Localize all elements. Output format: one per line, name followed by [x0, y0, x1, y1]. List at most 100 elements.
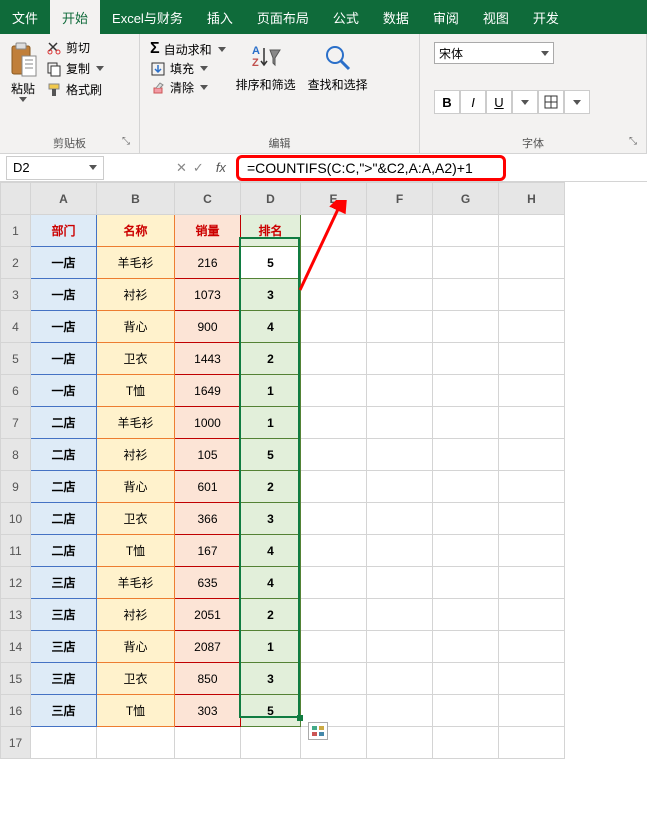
cell-empty[interactable] — [367, 599, 433, 631]
cell-empty[interactable] — [301, 343, 367, 375]
cell-empty[interactable] — [301, 663, 367, 695]
row-header-5[interactable]: 5 — [1, 343, 31, 375]
cell-empty[interactable] — [433, 247, 499, 279]
cell-dept[interactable]: 二店 — [31, 407, 97, 439]
cell-sales[interactable]: 1000 — [175, 407, 241, 439]
cell-empty[interactable] — [433, 471, 499, 503]
row-header-6[interactable]: 6 — [1, 375, 31, 407]
cell-rank[interactable]: 4 — [241, 311, 301, 343]
cell-sales[interactable]: 216 — [175, 247, 241, 279]
menu-tab-4[interactable]: 页面布局 — [245, 0, 321, 34]
cell-empty[interactable] — [367, 631, 433, 663]
cell-name[interactable]: T恤 — [97, 695, 175, 727]
cell-empty[interactable] — [301, 279, 367, 311]
cell-dept[interactable]: 一店 — [31, 247, 97, 279]
cell-empty[interactable] — [499, 247, 565, 279]
cell-empty[interactable] — [301, 471, 367, 503]
cell-name[interactable]: 羊毛衫 — [97, 247, 175, 279]
cell-dept[interactable]: 一店 — [31, 279, 97, 311]
cell-empty[interactable] — [367, 567, 433, 599]
row-header-3[interactable]: 3 — [1, 279, 31, 311]
cell-dept[interactable]: 三店 — [31, 567, 97, 599]
select-all-corner[interactable] — [1, 183, 31, 215]
font-expand-icon[interactable]: ⤡ — [629, 136, 643, 150]
cut-button[interactable]: 剪切 — [44, 38, 106, 57]
cell-rank[interactable]: 2 — [241, 343, 301, 375]
col-header-F[interactable]: F — [367, 183, 433, 215]
cell-empty[interactable] — [97, 727, 175, 759]
cell-empty[interactable] — [367, 471, 433, 503]
accept-formula-icon[interactable]: ✓ — [193, 160, 204, 176]
cell-empty[interactable] — [367, 311, 433, 343]
paste-button[interactable]: 粘贴 — [6, 38, 40, 133]
cell-sales[interactable]: 900 — [175, 311, 241, 343]
cell-dept[interactable]: 二店 — [31, 535, 97, 567]
font-name-dropdown[interactable]: 宋体 — [434, 42, 554, 64]
cell-rank[interactable]: 1 — [241, 407, 301, 439]
cell-empty[interactable] — [433, 311, 499, 343]
cell-empty[interactable] — [499, 599, 565, 631]
row-header-16[interactable]: 16 — [1, 695, 31, 727]
cell-name[interactable]: 卫衣 — [97, 343, 175, 375]
cell-empty[interactable] — [433, 535, 499, 567]
header-dept[interactable]: 部门 — [31, 215, 97, 247]
cell-dept[interactable]: 一店 — [31, 375, 97, 407]
cell-sales[interactable]: 601 — [175, 471, 241, 503]
cell-rank[interactable]: 5 — [241, 439, 301, 471]
menu-tab-8[interactable]: 视图 — [471, 0, 521, 34]
cell-empty[interactable] — [499, 407, 565, 439]
cell-empty[interactable] — [175, 727, 241, 759]
cell-empty[interactable] — [367, 343, 433, 375]
cell-empty[interactable] — [499, 535, 565, 567]
cell-rank[interactable]: 4 — [241, 567, 301, 599]
menu-tab-1[interactable]: 开始 — [50, 0, 100, 34]
cell-empty[interactable] — [433, 599, 499, 631]
cell-dept[interactable]: 三店 — [31, 631, 97, 663]
cell-dept[interactable]: 一店 — [31, 343, 97, 375]
cell-empty[interactable] — [301, 503, 367, 535]
underline-button[interactable]: U — [486, 90, 512, 114]
fx-icon[interactable]: fx — [210, 160, 232, 175]
menu-tab-0[interactable]: 文件 — [0, 0, 50, 34]
clear-button[interactable]: 清除 — [150, 79, 226, 96]
cell-empty[interactable] — [499, 727, 565, 759]
cell-empty[interactable] — [499, 343, 565, 375]
cell-rank[interactable]: 3 — [241, 279, 301, 311]
cell-sales[interactable]: 167 — [175, 535, 241, 567]
cell-name[interactable]: 背心 — [97, 311, 175, 343]
cell-sales[interactable]: 1649 — [175, 375, 241, 407]
cell-empty[interactable] — [301, 439, 367, 471]
cell-rank[interactable]: 3 — [241, 663, 301, 695]
row-header-12[interactable]: 12 — [1, 567, 31, 599]
row-header-9[interactable]: 9 — [1, 471, 31, 503]
header-sales[interactable]: 销量 — [175, 215, 241, 247]
cell-sales[interactable]: 2087 — [175, 631, 241, 663]
cell-sales[interactable]: 1073 — [175, 279, 241, 311]
cell-name[interactable]: 卫衣 — [97, 503, 175, 535]
cell-empty[interactable] — [301, 215, 367, 247]
cell-name[interactable]: 卫衣 — [97, 663, 175, 695]
row-header-8[interactable]: 8 — [1, 439, 31, 471]
cell-rank[interactable]: 1 — [241, 375, 301, 407]
cell-dept[interactable]: 二店 — [31, 503, 97, 535]
cell-empty[interactable] — [367, 215, 433, 247]
copy-button[interactable]: 复制 — [44, 59, 106, 78]
cell-dept[interactable]: 三店 — [31, 663, 97, 695]
cell-empty[interactable] — [499, 503, 565, 535]
cell-empty[interactable] — [433, 695, 499, 727]
cell-name[interactable]: 背心 — [97, 631, 175, 663]
cell-empty[interactable] — [301, 375, 367, 407]
cell-name[interactable]: 衬衫 — [97, 279, 175, 311]
cell-name[interactable]: 背心 — [97, 471, 175, 503]
cell-rank[interactable]: 5 — [241, 695, 301, 727]
row-header-13[interactable]: 13 — [1, 599, 31, 631]
cell-empty[interactable] — [433, 631, 499, 663]
cell-sales[interactable]: 1443 — [175, 343, 241, 375]
cell-dept[interactable]: 三店 — [31, 695, 97, 727]
cell-empty[interactable] — [499, 311, 565, 343]
autosum-button[interactable]: Σ自动求和 — [150, 40, 226, 58]
col-header-D[interactable]: D — [241, 183, 301, 215]
cell-empty[interactable] — [499, 471, 565, 503]
row-header-11[interactable]: 11 — [1, 535, 31, 567]
cancel-formula-icon[interactable]: ✕ — [176, 160, 187, 176]
